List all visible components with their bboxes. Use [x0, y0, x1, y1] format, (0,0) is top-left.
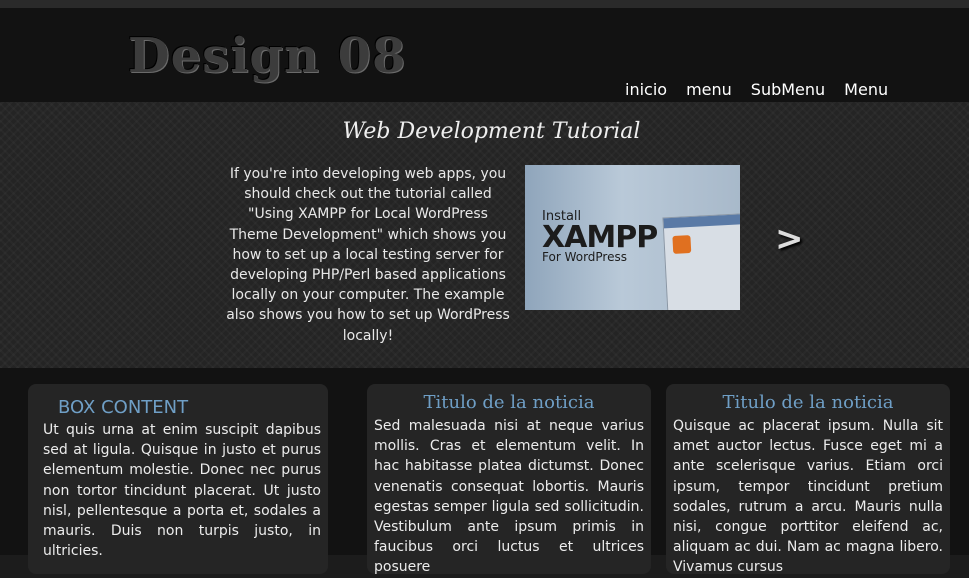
news-text: Quisque ac placerat ipsum. Nulla sit ame…	[673, 418, 943, 576]
content-area: BOX CONTENT Ut quis urna at enim suscipi…	[0, 368, 969, 575]
box-text: Ut quis urna at enim suscipit dapibus se…	[43, 422, 321, 560]
panel-titlebar	[663, 213, 740, 229]
hero-image[interactable]: Install XAMPP For WordPress	[525, 165, 740, 310]
news-title[interactable]: Titulo de la noticia	[666, 392, 950, 413]
image-caption-line3: For WordPress	[542, 250, 627, 264]
hero-description: If you're into developing web apps, you …	[226, 166, 510, 344]
nav-item-menu[interactable]: menu	[686, 80, 732, 99]
nav-item-inicio[interactable]: inicio	[625, 80, 667, 99]
content-box: BOX CONTENT Ut quis urna at enim suscipi…	[28, 384, 328, 574]
main-nav: inicio menu SubMenu Menu	[625, 80, 888, 99]
box-title: BOX CONTENT	[58, 397, 189, 418]
news-box: Titulo de la noticia Sed malesuada nisi …	[367, 384, 651, 575]
site-header: Design 08 inicio menu SubMenu Menu	[0, 8, 969, 102]
news-text: Sed malesuada nisi at neque varius molli…	[374, 418, 644, 576]
hero-slider: Web Development Tutorial If you're into …	[0, 102, 969, 368]
news-box: Titulo de la noticia Quisque ac placerat…	[666, 384, 950, 575]
xampp-control-panel-graphic	[662, 212, 740, 310]
hero-title: Web Development Tutorial	[342, 119, 641, 144]
nav-item-menu-2[interactable]: Menu	[844, 80, 888, 99]
next-arrow-icon[interactable]: >	[775, 219, 804, 259]
nav-item-submenu[interactable]: SubMenu	[751, 80, 825, 99]
news-title[interactable]: Titulo de la noticia	[367, 392, 651, 413]
site-logo[interactable]: Design 08	[128, 28, 406, 84]
top-strip	[0, 0, 969, 8]
xampp-logo-icon	[672, 235, 692, 254]
